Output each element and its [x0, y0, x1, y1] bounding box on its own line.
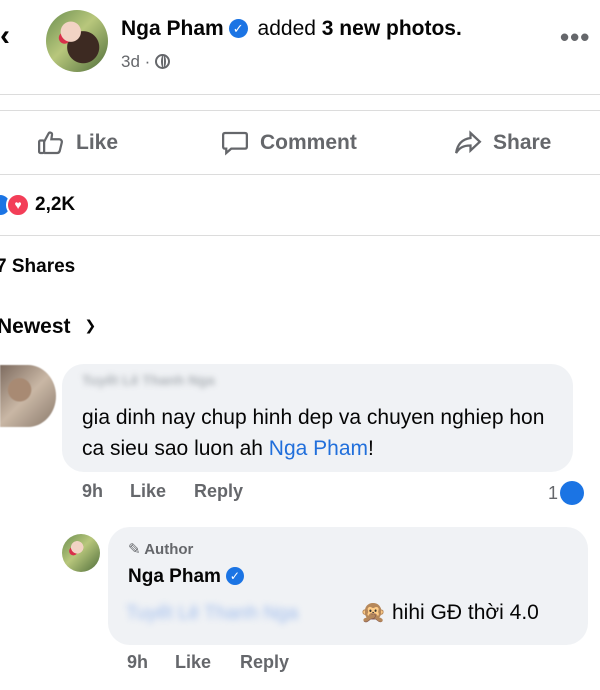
verified-icon: ✓ [225, 567, 244, 585]
shares-count[interactable]: 7 Shares [0, 256, 75, 278]
divider [0, 94, 600, 95]
reply-text: 🙊 hihi GĐ thời 4.0 [360, 601, 539, 625]
meta-separator: · [144, 52, 151, 71]
comment-reply-button[interactable]: Reply [194, 481, 243, 502]
share-button[interactable]: Share [453, 126, 551, 160]
reaction-summary[interactable]: ♥ 2,2K [0, 192, 75, 218]
author-name[interactable]: Nga Pham [121, 17, 224, 40]
comment-like-count[interactable]: 1 [548, 481, 585, 505]
reply-reply-button[interactable]: Reply [240, 652, 289, 673]
comment-like-number: 1 [548, 482, 559, 503]
action-text: added [257, 17, 316, 40]
post-time[interactable]: 3d [121, 52, 140, 71]
share-label: Share [493, 131, 552, 154]
reaction-count: 2,2K [35, 194, 76, 215]
share-icon [455, 130, 482, 154]
verified-icon: ✓ [228, 19, 248, 38]
monkey-emoji: 🙊 [360, 601, 387, 624]
reply-mention-blurred[interactable]: Tuyết Lê Thanh Nga [126, 603, 351, 625]
comment-icon [222, 131, 248, 156]
back-arrow-icon[interactable]: ‹ [0, 18, 24, 54]
comment-like-button[interactable]: Like [130, 481, 166, 502]
divider [0, 235, 600, 236]
more-options-icon[interactable]: ••• [560, 22, 590, 53]
comment-sort-dropdown[interactable]: Newest ❯ [0, 315, 96, 339]
sort-label: Newest [0, 315, 71, 338]
reply-author-avatar[interactable] [62, 534, 100, 572]
like-reaction-icon [560, 481, 585, 505]
mention-link[interactable]: Nga Pham [269, 437, 368, 460]
post-meta: 3d · [121, 52, 171, 72]
comment-time[interactable]: 9h [82, 481, 103, 502]
reply-author-name: Nga Pham [128, 566, 221, 587]
chevron-down-icon: ❯ [84, 317, 97, 333]
post-header: Nga Pham ✓ added 3 new photos. [121, 17, 462, 41]
divider [0, 174, 600, 175]
author-avatar[interactable] [46, 10, 108, 72]
comment-text: gia dinh nay chup hinh dep va chuyen ngh… [82, 402, 562, 464]
thumbs-up-icon [38, 131, 63, 155]
globe-icon [155, 54, 171, 69]
author-badge-label: Author [144, 541, 194, 558]
reply-like-button[interactable]: Like [175, 652, 211, 673]
like-label: Like [76, 131, 119, 154]
reply-body: hihi GĐ thời 4.0 [392, 601, 539, 624]
comment-label: Comment [260, 131, 357, 154]
reply-author[interactable]: Nga Pham ✓ [128, 566, 248, 588]
pencil-icon: ✎ [128, 541, 141, 558]
author-badge: ✎ Author [128, 540, 193, 558]
love-reaction-icon: ♥ [6, 193, 30, 217]
reply-time[interactable]: 9h [127, 652, 148, 673]
commenter-avatar[interactable] [0, 365, 56, 427]
like-button[interactable]: Like [36, 126, 118, 160]
comment-button[interactable]: Comment [220, 126, 357, 160]
comment-body-end: ! [368, 437, 374, 460]
divider [0, 110, 600, 111]
action-object[interactable]: 3 new photos. [322, 17, 462, 40]
commenter-name-blurred[interactable]: Tuyết Lê Thanh Nga [82, 372, 272, 392]
